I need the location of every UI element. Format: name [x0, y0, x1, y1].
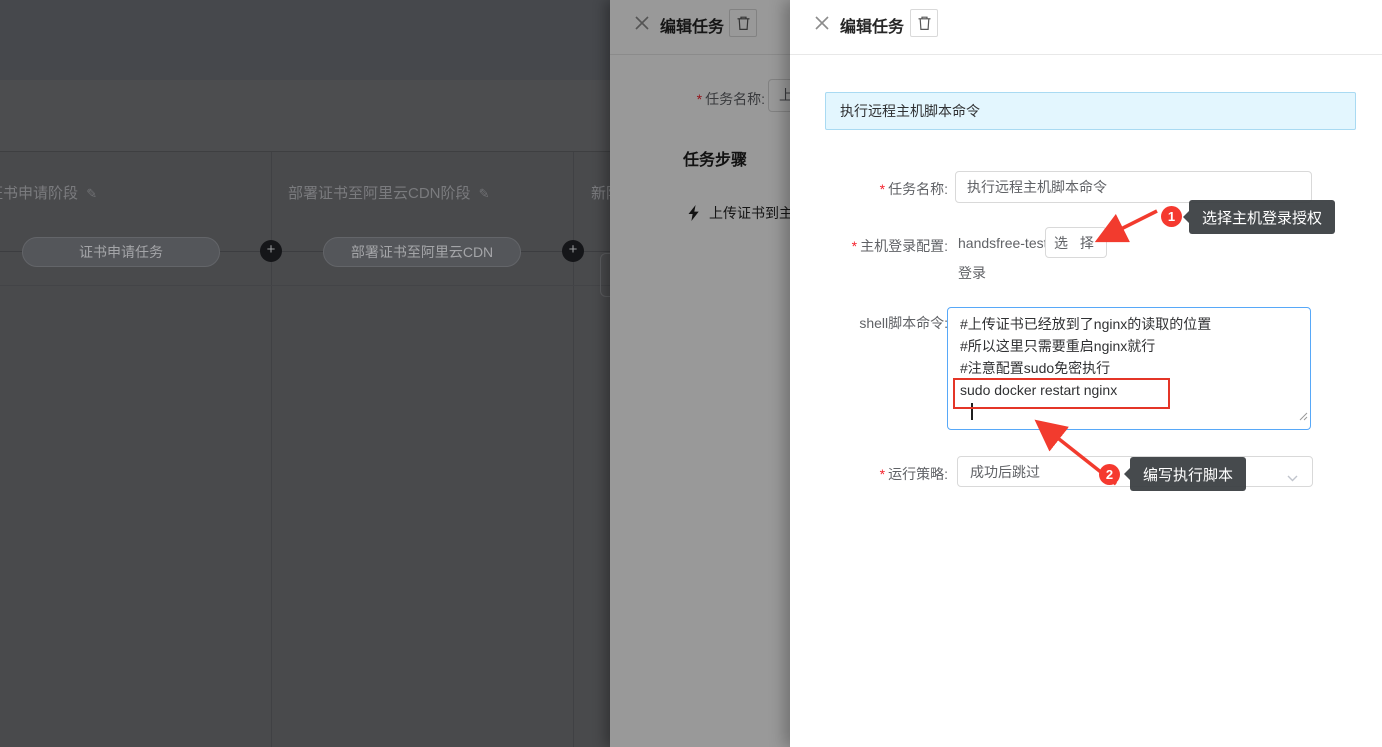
edit-task-drawer: 编辑任务 执行远程主机脚本命令 *任务名称: *主机登录配置: handsfre…	[790, 0, 1382, 747]
tooltip-arrow	[1183, 211, 1189, 223]
step1-tooltip-text: 选择主机登录授权	[1202, 207, 1322, 228]
stage-title-text: 部署证书至阿里云CDN阶段	[288, 185, 471, 202]
step2-badge: 2	[1099, 464, 1120, 485]
edit-task-drawer-back: 编辑任务 *任务名称: 上传证书到主机 任务步骤 上传证书到主机	[610, 0, 790, 747]
stage-title-text: 证书申请阶段	[0, 185, 78, 202]
select-host-button[interactable]: 选 择	[1045, 227, 1107, 258]
task-pill-cert-request: 证书申请任务	[22, 237, 220, 267]
drawer-title: 编辑任务	[840, 13, 904, 37]
drawer-mask	[610, 0, 790, 747]
shell-line: #注意配置sudo免密执行	[960, 357, 1298, 379]
task-pill-label: 部署证书至阿里云CDN	[351, 242, 493, 262]
highlight-red-box	[953, 378, 1170, 409]
step1-badge: 1	[1161, 206, 1182, 227]
run-strategy-value: 成功后跳过	[970, 462, 1040, 482]
host-login-value-wrap: 登录	[958, 263, 986, 283]
shell-line: #上传证书已经放到了nginx的读取的位置	[960, 313, 1298, 335]
task-name-input[interactable]	[955, 171, 1312, 203]
tooltip-arrow	[1124, 468, 1130, 480]
shell-line: #所以这里只需要重启nginx就行	[960, 335, 1298, 357]
task-name-label: *任务名称:	[790, 179, 948, 199]
stage-title-2: 部署证书至阿里云CDN阶段 ✎	[288, 182, 490, 203]
run-strategy-label: *运行策略:	[790, 464, 948, 484]
task-pill-label: 证书申请任务	[79, 242, 163, 262]
stage-title-1: 证书申请阶段 ✎	[0, 182, 97, 203]
close-icon[interactable]	[814, 15, 830, 31]
app-root: 证书申请阶段 ✎ 部署证书至阿里云CDN阶段 ✎ 新阶段 证书申请任务 部署证书…	[0, 0, 1382, 747]
chevron-down-icon	[1287, 469, 1298, 485]
host-login-label: *主机登录配置:	[790, 236, 948, 256]
host-login-value: handsfree-test	[958, 235, 1048, 251]
add-task-icon: +	[562, 240, 584, 262]
add-task-icon: +	[260, 240, 282, 262]
task-pill-deploy-cdn: 部署证书至阿里云CDN	[323, 237, 521, 267]
step1-tooltip: 选择主机登录授权	[1189, 200, 1335, 234]
step2-tooltip: 编写执行脚本	[1130, 457, 1246, 491]
edit-stage-icon: ✎	[479, 186, 490, 201]
edit-stage-icon: ✎	[86, 186, 97, 201]
canvas-row-line	[0, 285, 620, 286]
drawer-header: 编辑任务	[790, 0, 1382, 55]
delete-task-button[interactable]	[910, 9, 938, 37]
task-type-alert: 执行远程主机脚本命令	[825, 92, 1356, 130]
textarea-resize-handle[interactable]	[1299, 405, 1308, 427]
step2-tooltip-text: 编写执行脚本	[1143, 464, 1233, 485]
shell-script-label: shell脚本命令:	[790, 313, 948, 333]
shell-script-textarea[interactable]: #上传证书已经放到了nginx的读取的位置 #所以这里只需要重启nginx就行 …	[947, 307, 1311, 430]
